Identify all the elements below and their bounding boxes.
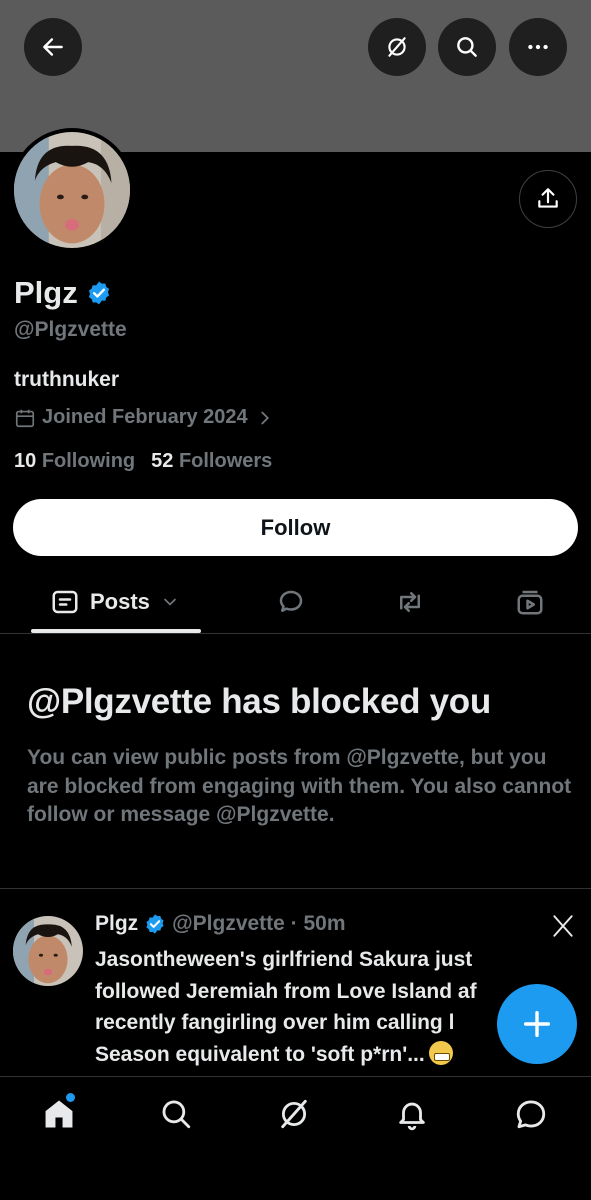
- profile-handle: @Plgzvette: [14, 318, 127, 341]
- back-button[interactable]: [24, 18, 82, 76]
- grok-icon: [388, 37, 406, 57]
- profile-tabs: Posts: [0, 572, 591, 634]
- joined-date[interactable]: Joined February 2024: [14, 406, 276, 429]
- more-icon: [528, 44, 548, 50]
- following-label: Following: [41, 450, 136, 472]
- repost-tab-icon: [400, 592, 420, 612]
- verified-badge-icon: [146, 914, 164, 934]
- profile-avatar[interactable]: [10, 128, 134, 252]
- search-icon: [457, 37, 477, 57]
- joined-label: Joined February 2024: [42, 406, 248, 428]
- share-button[interactable]: [519, 170, 577, 228]
- tab-replies[interactable]: [276, 572, 306, 632]
- avatar-image: [13, 916, 83, 986]
- plus-icon: [523, 1010, 551, 1038]
- post-author[interactable]: Plgz: [95, 912, 138, 936]
- followers-count: 52: [151, 450, 174, 472]
- grok-icon[interactable]: [277, 1097, 311, 1131]
- arrow-left-icon: [43, 38, 63, 56]
- x-logo-icon: [553, 915, 573, 937]
- reply-tab-icon: [279, 590, 303, 612]
- search-button[interactable]: [438, 18, 496, 76]
- post-header: Plgz @Plgzvette · 50m: [95, 912, 346, 936]
- home-icon[interactable]: [42, 1097, 76, 1131]
- following-stat[interactable]: 10 Following: [14, 450, 135, 473]
- blocked-description: You can view public posts from @Plgzvett…: [27, 746, 572, 826]
- bell-icon[interactable]: [395, 1097, 429, 1131]
- divider: [0, 888, 591, 889]
- posts-tab-icon: [52, 590, 78, 614]
- post-avatar[interactable]: [13, 916, 83, 986]
- notification-dot: [66, 1093, 75, 1102]
- grimacing-emoji-icon: [428, 1040, 453, 1065]
- verified-badge-icon[interactable]: [86, 280, 112, 306]
- share-icon: [538, 188, 558, 208]
- profile-bio: truthnuker: [14, 368, 119, 391]
- followers-label: Followers: [178, 450, 273, 472]
- post-body: Jasontheween's girlfriend Sakura just fo…: [95, 948, 477, 1066]
- tab-media[interactable]: [515, 572, 545, 632]
- avatar-image: [14, 132, 130, 248]
- tab-posts[interactable]: Posts: [50, 572, 180, 632]
- message-icon[interactable]: [514, 1097, 548, 1131]
- active-tab-indicator: [31, 629, 201, 633]
- profile-name: Plgz: [14, 275, 78, 310]
- follow-button[interactable]: Follow: [13, 499, 578, 556]
- profile-banner: [0, 0, 591, 152]
- follow-stats: 10 Following 52 Followers: [14, 450, 272, 473]
- profile-name-row: Plgz: [14, 275, 112, 311]
- post-meta: @Plgzvette · 50m: [172, 912, 346, 935]
- tab-reposts[interactable]: [395, 572, 425, 632]
- chevron-right-icon: [260, 411, 269, 424]
- compose-button[interactable]: [497, 984, 577, 1064]
- search-icon[interactable]: [159, 1097, 193, 1131]
- chevron-down-icon: [164, 598, 176, 606]
- tab-posts-label: Posts: [90, 589, 150, 614]
- bottom-navigation: [0, 1076, 591, 1200]
- following-count: 10: [14, 450, 37, 472]
- blocked-title: @Plgzvette has blocked you: [27, 682, 491, 721]
- more-button[interactable]: [509, 18, 567, 76]
- grok-button[interactable]: [368, 18, 426, 76]
- media-tab-icon: [517, 590, 543, 615]
- followers-stat[interactable]: 52 Followers: [151, 450, 272, 473]
- calendar-icon: [15, 409, 35, 427]
